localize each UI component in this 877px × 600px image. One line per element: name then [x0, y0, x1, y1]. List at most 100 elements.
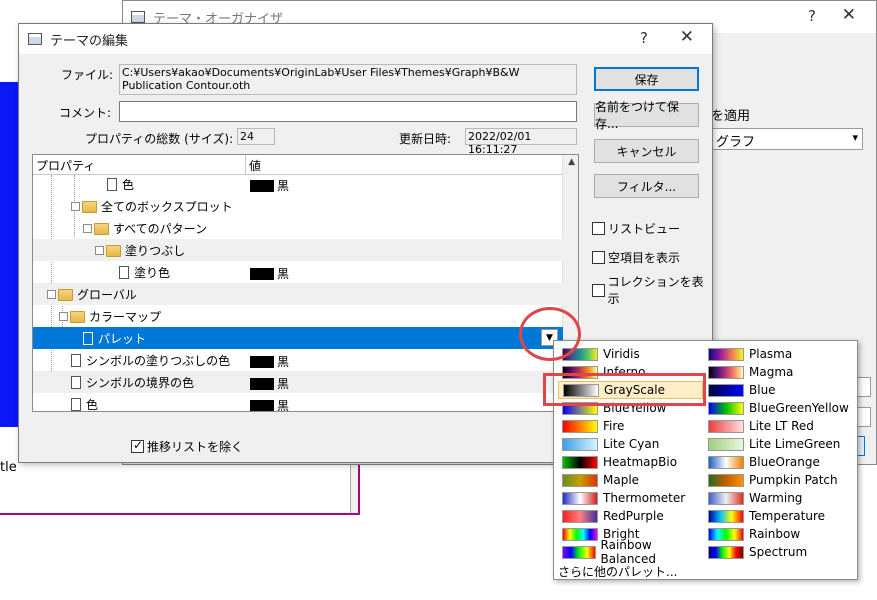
document-icon — [71, 354, 81, 367]
tree-row-label: 塗り色 — [134, 266, 171, 280]
tree-row[interactable]: シンボルの境界の色 黒 — [33, 371, 563, 393]
scroll-up-icon[interactable]: ▲ — [568, 157, 575, 167]
palette-label: Maple — [603, 473, 640, 487]
collapse-icon[interactable] — [59, 312, 68, 321]
palette-item-temperature[interactable]: Temperature — [704, 507, 849, 525]
palette-swatch — [562, 527, 598, 541]
palette-item-magma[interactable]: Magma — [704, 363, 849, 381]
list-view-checkbox[interactable]: リストビュー — [592, 220, 680, 237]
collapse-icon[interactable] — [71, 202, 80, 211]
palette-item-spectrum[interactable]: Spectrum — [704, 543, 849, 561]
palette-item-heatmapbio[interactable]: HeatmapBio — [558, 453, 703, 471]
palette-label: HeatmapBio — [603, 455, 678, 469]
palette-label: Thermometer — [603, 491, 686, 505]
palette-item-rainbow-balanced[interactable]: Rainbow Balanced — [558, 538, 703, 566]
palette-item-pumpkin-patch[interactable]: Pumpkin Patch — [704, 471, 849, 489]
checkbox-box[interactable] — [592, 283, 605, 297]
palette-item-lite-limegreen[interactable]: Lite LimeGreen — [704, 435, 849, 453]
filter-button[interactable]: フィルタ... — [594, 174, 699, 198]
tree-row[interactable]: 塗りつぶし — [33, 239, 563, 261]
help-icon[interactable]: ? — [808, 7, 816, 25]
palette-label: BlueOrange — [749, 455, 820, 469]
palette-label: Lite LimeGreen — [749, 437, 841, 451]
palette-item-fire[interactable]: Fire — [558, 417, 703, 435]
property-tree[interactable]: プロパティ 値 ▲ 色 黒 全てのボックスプロット すべてのパターン 塗りつぶし… — [32, 154, 579, 412]
palette-label: Fire — [603, 419, 625, 433]
palette-label: Temperature — [749, 509, 826, 523]
tree-row[interactable]: 塗り色 黒 — [33, 261, 563, 283]
annotation-rectangle — [543, 373, 706, 406]
plot-area — [0, 82, 20, 427]
show-empty-checkbox[interactable]: 空項目を表示 — [592, 249, 680, 266]
palette-item-rainbow[interactable]: Rainbow — [704, 525, 849, 543]
palette-swatch — [562, 455, 598, 469]
column-divider[interactable] — [245, 155, 246, 175]
updated-label: 更新日時: — [399, 132, 452, 146]
editor-title: テーマの編集 — [50, 33, 129, 49]
tree-row-value: 黒 — [277, 179, 290, 193]
palette-item-viridis[interactable]: Viridis — [558, 345, 703, 363]
close-icon[interactable]: ✕ — [680, 27, 694, 47]
tree-row[interactable]: シンボルの塗りつぶしの色 黒 — [33, 349, 563, 371]
save-button[interactable]: 保存 — [594, 67, 699, 91]
tree-row[interactable]: グローバル — [33, 283, 563, 305]
palette-swatch — [708, 491, 744, 505]
collapse-icon[interactable] — [95, 246, 104, 255]
tree-row-label: グローバル — [77, 288, 137, 302]
tree-row-label: シンボルの塗りつぶしの色 — [86, 354, 231, 368]
save-as-button[interactable]: 名前をつけて保存... — [594, 100, 699, 131]
folder-icon — [58, 288, 73, 301]
help-icon[interactable]: ? — [640, 29, 648, 47]
apply-target-value: グラフ — [716, 135, 756, 150]
updated-field: 2022/02/01 16:11:27 — [465, 128, 577, 156]
palette-label: Viridis — [603, 347, 640, 361]
column-header-value[interactable]: 値 — [249, 157, 261, 174]
comment-input[interactable] — [119, 101, 577, 122]
tree-row[interactable]: 色 黒 — [33, 393, 563, 411]
checkbox-box[interactable] — [592, 222, 605, 235]
palette-item-lite-lt-red[interactable]: Lite LT Red — [704, 417, 849, 435]
palette-label: Blue — [749, 383, 776, 397]
palette-swatch — [708, 509, 744, 523]
palette-swatch — [708, 347, 744, 361]
apply-target-select[interactable]: グラフ ▾ — [711, 128, 863, 150]
property-count-label: プロパティの総数 (サイズ): — [85, 132, 234, 146]
checkbox-label: リストビュー — [608, 222, 681, 236]
palette-swatch — [708, 383, 744, 397]
palette-item-maple[interactable]: Maple — [558, 471, 703, 489]
tree-row-selected[interactable]: パレット ▼ — [33, 327, 563, 349]
collapse-icon[interactable] — [47, 290, 56, 299]
palette-item-warming[interactable]: Warming — [704, 489, 849, 507]
column-header-property[interactable]: プロパティ — [36, 157, 95, 174]
checkbox-box[interactable] — [592, 251, 605, 264]
palette-item-blueorange[interactable]: BlueOrange — [704, 453, 849, 471]
checkbox-label: 推移リストを除く — [147, 440, 244, 454]
palette-swatch — [708, 527, 744, 541]
tree-row-value: 黒 — [277, 267, 290, 281]
palette-item-lite-cyan[interactable]: Lite Cyan — [558, 435, 703, 453]
annotation-circle — [519, 307, 581, 361]
tree-row[interactable]: 全てのボックスプロット — [33, 195, 563, 217]
collapse-icon[interactable] — [83, 224, 92, 233]
tree-row[interactable]: カラーマップ — [33, 305, 563, 327]
checkbox-box[interactable]: ✓ — [131, 438, 144, 453]
palette-item-blue[interactable]: Blue — [704, 381, 849, 399]
palette-swatch — [708, 473, 744, 487]
close-icon[interactable]: ✕ — [842, 5, 856, 25]
tree-row[interactable]: すべてのパターン — [33, 217, 563, 239]
palette-item-plasma[interactable]: Plasma — [704, 345, 849, 363]
tree-row[interactable]: 色 黒 — [33, 173, 563, 195]
axis-title-fragment: tle — [0, 460, 17, 475]
show-collection-checkbox[interactable]: コレクションを表示 — [592, 273, 712, 307]
palette-item-redpurple[interactable]: RedPurple — [558, 507, 703, 525]
exclude-increment-checkbox[interactable]: ✓ 推移リストを除く — [131, 438, 243, 455]
palette-label: Warming — [749, 491, 803, 505]
palette-item-bluegreenyellow[interactable]: BlueGreenYellow — [704, 399, 849, 417]
more-palettes-link[interactable]: さらに他のパレット... — [558, 563, 677, 580]
editor-titlebar[interactable]: テーマの編集 ? ✕ — [19, 24, 712, 54]
palette-swatch — [562, 437, 598, 451]
cancel-button[interactable]: キャンセル — [594, 139, 699, 163]
folder-icon — [70, 310, 85, 323]
palette-item-thermometer[interactable]: Thermometer — [558, 489, 703, 507]
file-label: ファイル: — [61, 68, 114, 82]
